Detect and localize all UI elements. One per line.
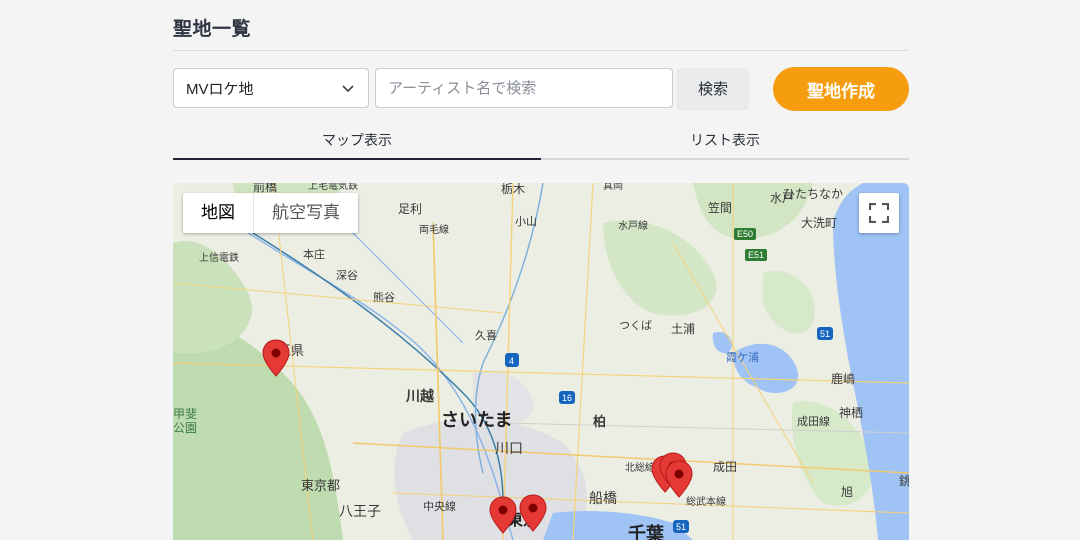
- road-badge: E51: [748, 250, 764, 260]
- map-label: 水戸線: [618, 219, 648, 232]
- map-label: 水戸: [770, 191, 794, 205]
- map-label: 川越: [405, 388, 435, 405]
- map-label: 成田線: [797, 414, 830, 428]
- title-divider: [173, 50, 909, 51]
- map-label: 千葉: [628, 524, 665, 540]
- road-badge: 16: [562, 393, 572, 403]
- map-canvas[interactable]: 前橋 上毛電気鉄 栃木 真岡 ひたちなか 水戸 大洗町 笠間 足利 両毛線 小山…: [173, 183, 909, 540]
- map-label: 土浦: [671, 322, 695, 336]
- map-type-satellite[interactable]: 航空写真: [253, 193, 358, 233]
- road-badge: 51: [820, 329, 830, 339]
- road-badge: 4: [509, 356, 514, 366]
- category-select[interactable]: MVロケ地: [173, 68, 369, 108]
- map-label: 熊谷: [373, 290, 395, 304]
- map-label: 川口: [495, 441, 523, 457]
- chevron-down-icon: [342, 85, 354, 93]
- map-label: 中央線: [423, 499, 456, 513]
- map-label: 大洗町: [801, 216, 837, 230]
- tab-map-view[interactable]: マップ表示: [173, 124, 541, 160]
- map-label: 足利: [398, 202, 422, 216]
- map-view[interactable]: 前橋 上毛電気鉄 栃木 真岡 ひたちなか 水戸 大洗町 笠間 足利 両毛線 小山…: [173, 183, 909, 540]
- map-label: 本庄: [303, 247, 325, 261]
- view-tabs: マップ表示 リスト表示: [173, 124, 909, 160]
- fullscreen-button[interactable]: [859, 193, 899, 233]
- category-select-value: MVロケ地: [186, 80, 254, 98]
- search-button[interactable]: 検索: [677, 68, 749, 109]
- road-badge: E50: [737, 229, 753, 239]
- map-label: つくば: [619, 319, 652, 332]
- main-container: 聖地一覧 MVロケ地 検索 聖地作成 マップ表示 リスト表示: [173, 0, 909, 540]
- map-label: 船橋: [589, 491, 617, 507]
- fullscreen-icon: [869, 203, 889, 223]
- map-type-roadmap[interactable]: 地図: [183, 193, 253, 233]
- map-label: 上毛電気鉄: [308, 183, 358, 192]
- map-label: 両毛線: [419, 223, 449, 236]
- map-label: 公園: [173, 421, 197, 435]
- map-label: 成田: [713, 460, 737, 474]
- map-label: 栃木: [501, 183, 525, 196]
- road-badge: 51: [676, 522, 686, 532]
- map-label: 鹿嶋: [831, 371, 855, 386]
- map-label: 笠間: [708, 200, 732, 215]
- map-label: 上信電鉄: [199, 251, 239, 264]
- map-label: 小山: [515, 215, 537, 228]
- map-label: 銚: [899, 473, 909, 488]
- create-spot-button[interactable]: 聖地作成: [773, 67, 909, 111]
- artist-search-input[interactable]: [375, 68, 673, 108]
- map-label: さいたま: [441, 410, 512, 431]
- map-label: 真岡: [603, 183, 623, 192]
- map-label: 北総線: [625, 461, 655, 474]
- map-label: 神栖: [839, 405, 863, 420]
- map-label: 柏: [593, 414, 606, 430]
- map-label: 霞ケ浦: [726, 351, 759, 364]
- map-type-control: 地図 航空写真: [183, 193, 358, 233]
- map-label: 甲斐: [173, 407, 197, 421]
- map-label: 東京都: [301, 478, 340, 494]
- map-label: 総武本線: [686, 495, 726, 508]
- tab-list-view[interactable]: リスト表示: [541, 124, 909, 160]
- map-label: 深谷: [336, 269, 358, 282]
- map-label: 八王子: [339, 504, 381, 520]
- page-title: 聖地一覧: [173, 18, 252, 40]
- map-label: 旭: [841, 485, 853, 499]
- map-label: 久喜: [475, 329, 497, 342]
